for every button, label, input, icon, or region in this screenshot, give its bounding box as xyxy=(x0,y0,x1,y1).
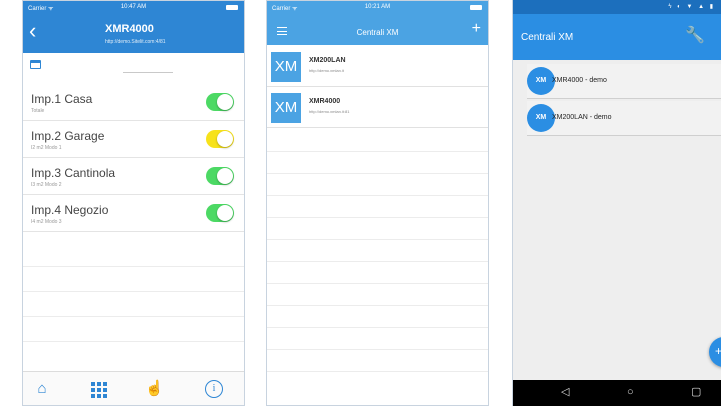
item-url: http://demo.xmlan.it:81 xyxy=(309,109,350,114)
list-item-imp4[interactable]: Imp.4 Negozio I4 m2 Modo 3 xyxy=(23,196,244,232)
plus-icon[interactable]: + xyxy=(472,21,481,37)
ios-phone-xmr4000: Carrier ᯤ 10:47 AM ‹ XMR4000 http://demo… xyxy=(22,0,245,406)
page-title: Centrali XM xyxy=(521,32,574,43)
empty-row-divider xyxy=(23,291,244,292)
empty-row-divider xyxy=(267,349,488,350)
xm-logo: XM xyxy=(271,52,301,82)
status-bar: Carrier ᯤ 10:21 AM xyxy=(267,1,488,15)
clock-label: 10:47 AM xyxy=(120,4,147,10)
toggle-switch[interactable] xyxy=(206,204,234,222)
empty-row-divider xyxy=(267,239,488,240)
list-item-imp1[interactable]: Imp.1 Casa Totale xyxy=(23,85,244,121)
divider xyxy=(123,72,173,73)
system-navigation-bar: ◁ ○ ▢ xyxy=(513,380,721,406)
item-label: XMR4000 - demo xyxy=(552,77,607,84)
screenshot-stage: Carrier ᯤ 10:47 AM ‹ XMR4000 http://demo… xyxy=(0,0,721,406)
empty-row-divider xyxy=(23,266,244,267)
toggle-knob xyxy=(217,168,233,184)
navigation-bar: Carrier ᯤ 10:21 AM Centrali XM + xyxy=(267,1,488,45)
grid-icon[interactable] xyxy=(89,380,107,398)
empty-row-divider xyxy=(267,283,488,284)
empty-row-divider xyxy=(267,371,488,372)
list-item-xm200lan[interactable]: XM XM200LAN http://demo.xmlan.it xyxy=(267,47,488,87)
row-name: Imp.4 Negozio xyxy=(31,203,109,217)
item-url: http://demo.xmlan.it xyxy=(309,68,344,73)
empty-row-divider xyxy=(267,195,488,196)
toggle-knob xyxy=(217,205,233,221)
toggle-switch[interactable] xyxy=(206,167,234,185)
tab-bar: ⌂ ☝ i xyxy=(23,371,244,405)
row-desc: Totale xyxy=(31,108,45,114)
page-title: XMR4000 xyxy=(105,23,154,35)
hand-pointer-icon[interactable]: ☝ xyxy=(145,380,164,398)
list-item-xmr4000[interactable]: XM XMR4000 http://demo.xmlan.it:81 xyxy=(267,88,488,128)
xm-badge: XM xyxy=(527,67,555,95)
navigation-bar: Carrier ᯤ 10:47 AM ‹ XMR4000 http://demo… xyxy=(23,1,244,53)
toggle-knob xyxy=(217,131,233,147)
panel-icon[interactable] xyxy=(30,60,41,69)
page-title: Centrali XM xyxy=(356,28,399,37)
row-desc: I4 m2 Modo 3 xyxy=(31,219,62,225)
row-name: Imp.1 Casa xyxy=(31,92,93,106)
item-name: XM200LAN xyxy=(309,57,346,64)
ios-phone-centrali-list: Carrier ᯤ 10:21 AM Centrali XM + XM XM20… xyxy=(266,0,489,406)
xm-badge: XM xyxy=(527,104,555,132)
empty-row-divider xyxy=(267,173,488,174)
toggle-knob xyxy=(217,94,233,110)
circle-home-icon[interactable]: ○ xyxy=(627,386,634,398)
triangle-back-icon[interactable]: ◁ xyxy=(561,386,569,398)
row-desc: I3 m2 Modo 2 xyxy=(31,182,62,188)
status-bar: ϟ ◐ ▼ ▲ ▮ xyxy=(513,0,721,14)
list-item-imp3[interactable]: Imp.3 Cantinola I3 m2 Modo 2 xyxy=(23,159,244,195)
home-icon[interactable]: ⌂ xyxy=(33,380,51,398)
toggle-switch[interactable] xyxy=(206,93,234,111)
empty-row-divider xyxy=(267,261,488,262)
item-name: XMR4000 xyxy=(309,98,341,105)
item-label: XM200LAN - demo xyxy=(552,114,612,121)
android-phone-centrali: ϟ ◐ ▼ ▲ ▮ Centrali XM 🔧 XM XMR4000 - dem… xyxy=(512,0,721,406)
empty-row-divider xyxy=(267,151,488,152)
square-recents-icon[interactable]: ▢ xyxy=(691,386,701,398)
empty-row-divider xyxy=(267,217,488,218)
wrench-icon[interactable]: 🔧 xyxy=(685,28,705,44)
battery-icon xyxy=(470,5,482,10)
app-bar: Centrali XM 🔧 xyxy=(513,14,721,60)
toggle-switch[interactable] xyxy=(206,130,234,148)
xm-logo: XM xyxy=(271,93,301,123)
list-item-xmr4000-demo[interactable]: XM XMR4000 - demo xyxy=(527,64,721,99)
empty-row-divider xyxy=(267,327,488,328)
list-item-imp2[interactable]: Imp.2 Garage I2 m2 Modo 1 xyxy=(23,122,244,158)
empty-row-divider xyxy=(23,316,244,317)
clock-label: 10:21 AM xyxy=(364,4,391,10)
empty-row-divider xyxy=(267,305,488,306)
empty-row-divider xyxy=(23,341,244,342)
row-name: Imp.3 Cantinola xyxy=(31,166,116,180)
battery-icon xyxy=(226,5,238,10)
list-item-xm200lan-demo[interactable]: XM XM200LAN - demo xyxy=(527,101,721,136)
row-name: Imp.2 Garage xyxy=(31,129,105,143)
row-desc: I2 m2 Modo 1 xyxy=(31,145,62,151)
info-icon[interactable]: i xyxy=(205,380,223,398)
chevron-left-icon[interactable]: ‹ xyxy=(29,20,36,42)
page-subtitle: http://demo.Sitelit.com:4/81 xyxy=(105,39,166,45)
plus-fab-icon[interactable]: + xyxy=(709,337,721,367)
status-bar: Carrier ᯤ 10:47 AM xyxy=(23,1,244,15)
status-icons: ϟ ◐ ▼ ▲ ▮ xyxy=(668,4,715,10)
